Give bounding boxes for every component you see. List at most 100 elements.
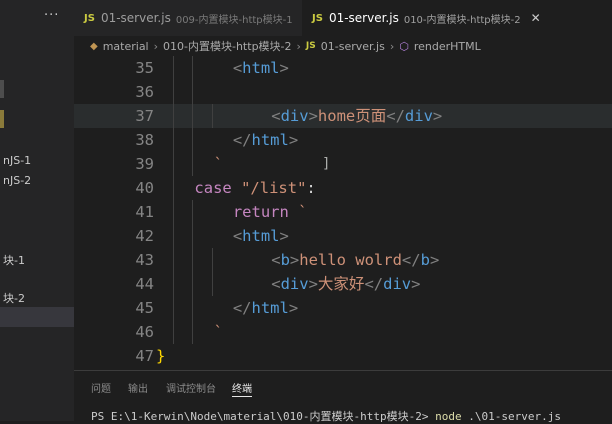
code-content: ` <box>214 152 223 176</box>
indent-guide <box>192 200 194 224</box>
code-token: > <box>432 107 443 125</box>
indent-guide <box>211 272 213 296</box>
folder-icon: ◆ <box>90 40 98 52</box>
sidebar-header <box>0 36 74 74</box>
tab-directory: 009-内置模块-http模块-1 <box>175 14 293 26</box>
code-line[interactable]: 37 <div>home页面</div> <box>74 104 612 128</box>
indent-guide <box>192 104 194 128</box>
code-line[interactable]: 38 </html> <box>74 128 612 152</box>
indent-guide <box>173 224 175 248</box>
code-token: ` <box>213 155 223 173</box>
code-editor[interactable]: 35 <html> 36 37 <div>home页面</div> 38 </html> 39… <box>74 56 612 370</box>
code-content: return ` <box>233 200 308 224</box>
breadcrumb-item-folder[interactable]: 010-内置模块-http模块-2 <box>163 38 291 54</box>
code-token: : <box>306 179 316 197</box>
tab-terminal[interactable]: 终端 <box>232 380 252 397</box>
tab-server-http-2[interactable]: JS 01-server.js 010-内置模块-http模块-2 ✕ <box>302 0 612 36</box>
code-line[interactable]: 39 ` <box>74 152 612 176</box>
indent-guide <box>192 56 194 80</box>
line-number: 46 <box>135 323 154 341</box>
code-line[interactable]: 45 </html> <box>74 296 612 320</box>
code-line[interactable]: 46 ` <box>74 320 612 344</box>
indent-guide <box>173 296 175 320</box>
code-token: html <box>251 299 289 317</box>
indent-guide <box>192 152 194 176</box>
close-icon[interactable]: ✕ <box>531 11 541 25</box>
breadcrumb-separator: › <box>296 39 301 53</box>
code-token: div <box>280 275 309 293</box>
code-token: </ <box>232 299 252 317</box>
code-content: } <box>156 344 165 368</box>
indent-guide <box>192 296 194 320</box>
indent-guide <box>173 320 175 344</box>
code-token: hello wolrd <box>299 251 402 269</box>
terminal-argument: .\01-server.js <box>461 410 561 423</box>
tab-output[interactable]: 输出 <box>128 380 148 395</box>
code-content: <html> <box>233 224 289 248</box>
indent-guide <box>173 200 175 224</box>
line-number: 42 <box>135 227 154 245</box>
sidebar-item-njs-1[interactable]: nJS-1 <box>3 154 31 167</box>
line-number: 43 <box>135 251 154 269</box>
code-line[interactable]: 41 return ` <box>74 200 612 224</box>
indent-guide <box>173 80 175 104</box>
text-cursor-icon: ] <box>322 156 331 172</box>
line-number: 41 <box>135 203 154 221</box>
line-number: 40 <box>135 179 154 197</box>
code-line[interactable]: 35 <html> <box>74 56 612 80</box>
line-number: 36 <box>135 83 154 101</box>
breadcrumb-item-material[interactable]: material <box>103 40 149 53</box>
code-token: > <box>279 59 289 77</box>
terminal-output[interactable]: PS E:\1-Kerwin\Node\material\010-内置模块-ht… <box>91 408 561 424</box>
bottom-panel: 问题 输出 调试控制台 终端 PS E:\1-Kerwin\Node\mater… <box>74 370 612 424</box>
explorer-sidebar: ··· nJS-1 nJS-2 块-1 块-2 <box>0 0 74 421</box>
indent-guide <box>173 128 175 152</box>
code-content: <div>home页面</div> <box>271 104 442 128</box>
line-number: 45 <box>135 299 154 317</box>
breadcrumb-item-file[interactable]: 01-server.js <box>321 40 385 53</box>
sidebar-item-module-1[interactable]: 块-1 <box>3 252 25 268</box>
code-token: case <box>194 179 242 197</box>
code-content: ` <box>214 320 223 344</box>
javascript-file-icon: JS <box>305 41 316 51</box>
sidebar-marker <box>0 110 4 128</box>
code-token: ` <box>298 203 308 221</box>
code-line[interactable]: 47} <box>74 344 612 368</box>
indent-guide <box>192 248 194 272</box>
indent-guide <box>173 152 175 176</box>
code-token: 大家好 <box>317 275 365 293</box>
code-line[interactable]: 44 <div>大家好</div> <box>74 272 612 296</box>
code-token: > <box>308 275 318 293</box>
tab-debug-console[interactable]: 调试控制台 <box>166 380 216 395</box>
tab-problems[interactable]: 问题 <box>91 380 111 395</box>
terminal-command: node <box>435 410 462 423</box>
breadcrumb-item-symbol[interactable]: renderHTML <box>414 40 481 53</box>
code-token: div <box>280 107 309 125</box>
more-actions-icon[interactable]: ··· <box>44 8 59 23</box>
code-token: < <box>232 59 243 77</box>
code-token: </ <box>232 131 252 149</box>
tab-filename: 01-server.js <box>100 11 171 25</box>
sidebar-item-njs-2[interactable]: nJS-2 <box>3 174 31 187</box>
code-content: <div>大家好</div> <box>271 272 420 296</box>
tab-filename: 01-server.js <box>328 11 399 25</box>
code-token: b <box>280 251 290 269</box>
javascript-file-icon: JS <box>84 12 95 24</box>
breadcrumb-separator: › <box>389 39 395 53</box>
line-number: 44 <box>135 275 154 293</box>
code-token: div <box>383 275 412 293</box>
code-token: ` <box>213 323 223 341</box>
sidebar-item-module-2[interactable]: 块-2 <box>3 290 25 306</box>
code-line[interactable]: 36 <box>74 80 612 104</box>
indent-guide <box>211 248 213 272</box>
code-token: < <box>271 275 281 293</box>
sidebar-item-selected[interactable] <box>0 307 74 327</box>
code-token: </ <box>386 107 405 125</box>
code-line[interactable]: 42 <html> <box>74 224 612 248</box>
code-token: > <box>289 251 300 269</box>
code-line[interactable]: 40 case "/list": <box>74 176 612 200</box>
code-content: <html> <box>233 56 289 80</box>
code-line[interactable]: 43 <b>hello wolrd</b> <box>74 248 612 272</box>
code-token: home页面 <box>317 107 387 125</box>
tab-server-http-1[interactable]: JS 01-server.js 009-内置模块-http模块-1 <box>74 0 302 36</box>
